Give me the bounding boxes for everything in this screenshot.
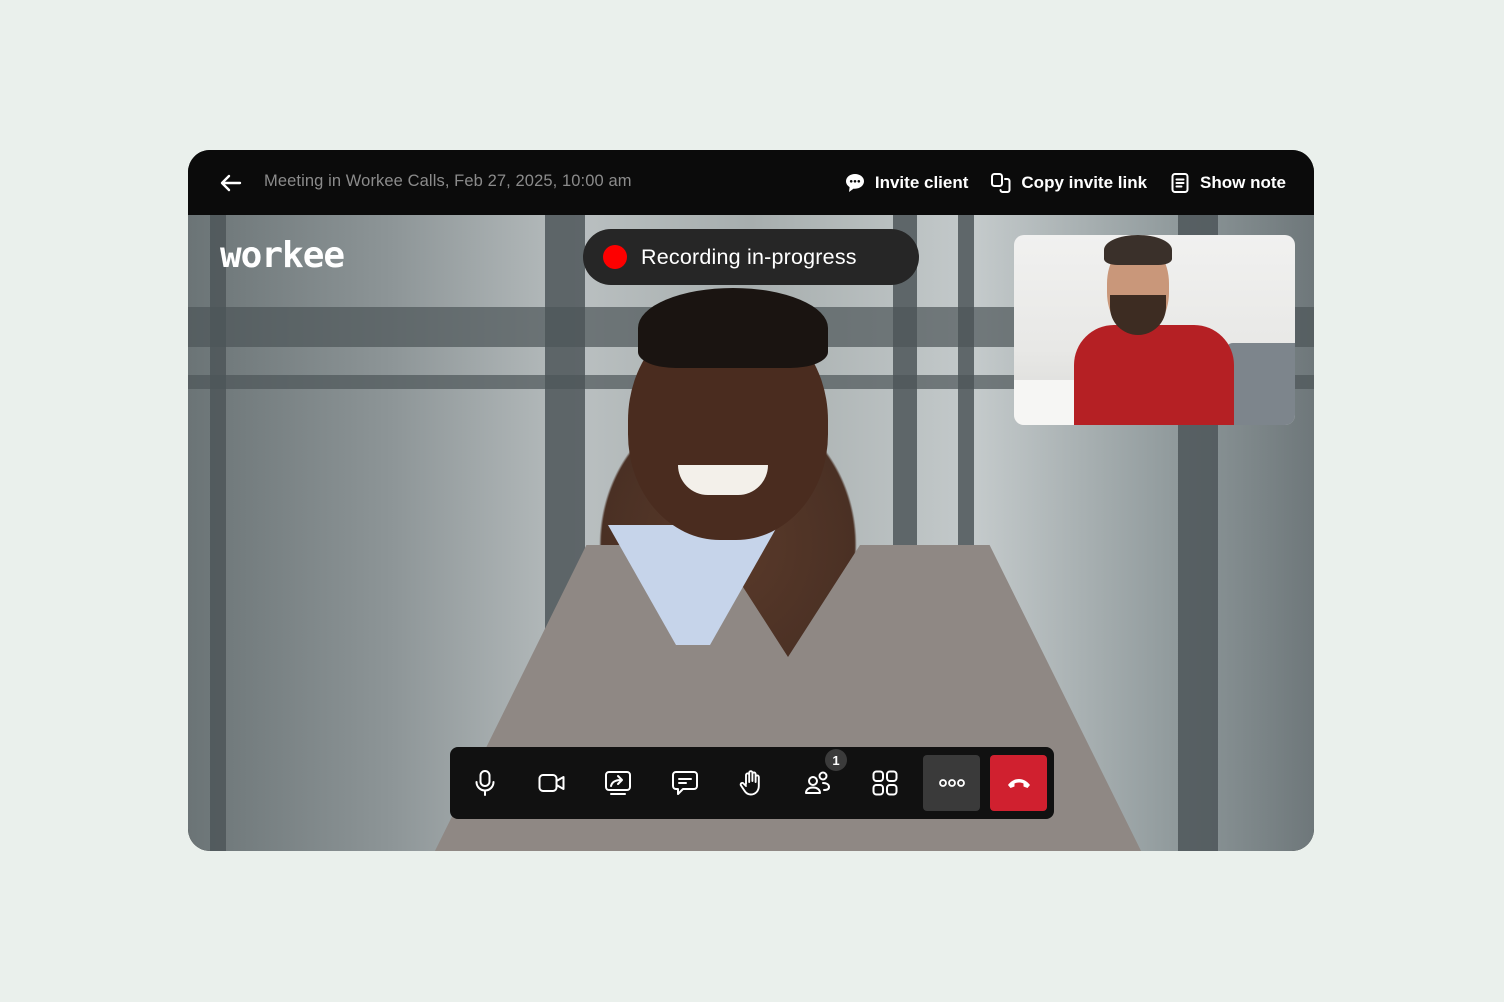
chat-bubble-icon: [845, 173, 864, 192]
participants-button[interactable]: 1: [787, 749, 849, 811]
recording-dot-icon: [603, 245, 627, 269]
share-screen-button[interactable]: [587, 755, 649, 811]
show-note-label: Show note: [1200, 172, 1286, 192]
more-dots-icon: [938, 779, 965, 787]
copy-invite-link-label: Copy invite link: [1021, 172, 1148, 192]
participants-count-badge: 1: [824, 749, 847, 771]
workee-logo: workee: [220, 235, 345, 276]
raise-hand-button[interactable]: [720, 755, 782, 811]
phone-hangup-icon: [1007, 779, 1030, 788]
pip-background: [1225, 343, 1295, 425]
top-actions: Invite client Copy invite link Show note: [844, 150, 1286, 215]
microphone-button[interactable]: [454, 755, 516, 811]
recording-indicator: Recording in-progress: [583, 229, 919, 285]
invite-client-label: Invite client: [874, 172, 969, 192]
arrow-left-icon: [220, 174, 242, 192]
video-camera-icon: [538, 774, 565, 792]
copy-invite-link-button[interactable]: Copy invite link: [990, 172, 1147, 194]
camera-button[interactable]: [521, 755, 583, 811]
note-icon: [1171, 172, 1189, 193]
recording-label: Recording in-progress: [641, 244, 857, 269]
pip-participant-body: [1074, 325, 1234, 425]
hand-icon: [740, 770, 761, 796]
top-bar: Meeting in Workee Calls, Feb 27, 2025, 1…: [188, 150, 1314, 215]
pip-participant-hair: [1104, 235, 1172, 265]
share-screen-icon: [605, 771, 632, 795]
chat-icon: [671, 771, 698, 795]
more-options-button[interactable]: [923, 755, 981, 811]
meeting-title: Meeting in Workee Calls, Feb 27, 2025, 1…: [264, 172, 632, 190]
end-call-button[interactable]: [990, 755, 1048, 811]
grid-icon: [872, 770, 898, 796]
copy-icon: [991, 172, 1011, 193]
participants-icon: [804, 771, 830, 794]
layout-button[interactable]: [854, 755, 916, 811]
meeting-window: Meeting in Workee Calls, Feb 27, 2025, 1…: [188, 150, 1314, 851]
self-view-thumbnail[interactable]: [1014, 235, 1295, 425]
participant-hair: [638, 288, 828, 368]
call-controls: 1: [450, 747, 1054, 819]
chat-button[interactable]: [654, 755, 716, 811]
back-button[interactable]: [218, 170, 244, 196]
microphone-icon: [475, 770, 495, 796]
main-video: workee Recording in-progress 1: [188, 215, 1314, 851]
invite-client-button[interactable]: Invite client: [844, 172, 969, 194]
show-note-button[interactable]: Show note: [1169, 172, 1286, 194]
